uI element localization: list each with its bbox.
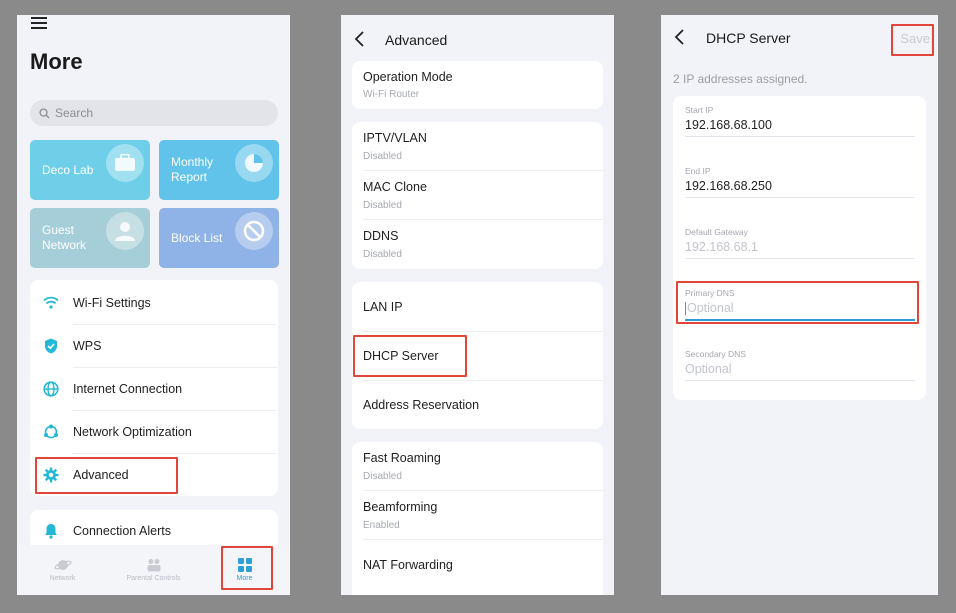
highlight-save: [891, 24, 934, 56]
menu-item-label: Connection Alerts: [73, 524, 171, 538]
option-ddns[interactable]: DDNS Disabled: [363, 229, 603, 260]
option-subtitle: Disabled: [363, 151, 402, 162]
tile-monthly-report[interactable]: Monthly Report: [159, 140, 279, 200]
field-underline: [685, 258, 915, 259]
highlight-primary-dns: [676, 281, 919, 324]
option-mac-clone[interactable]: MAC Clone Disabled: [363, 180, 603, 211]
field-label: Start IP: [685, 105, 714, 115]
toolbox-icon: [106, 144, 144, 182]
option-operation-mode[interactable]: Operation Mode Wi-Fi Router: [363, 70, 603, 100]
option-subtitle: Wi-Fi Router: [363, 89, 420, 100]
tile-label: Deco Lab: [42, 162, 94, 177]
option-title: LAN IP: [363, 300, 403, 314]
field-value: 192.168.68.100: [685, 118, 772, 132]
tile-label: Block List: [171, 230, 223, 245]
menu-item-wifi-settings[interactable]: Wi-Fi Settings: [31, 281, 277, 324]
menu-item-label: Internet Connection: [73, 381, 183, 396]
tab-label: Parental Controls: [126, 575, 181, 582]
highlight-advanced: [35, 457, 178, 494]
wifi-icon: [41, 293, 61, 313]
start-ip-field[interactable]: Start IP 192.168.68.100: [685, 105, 915, 137]
divider: [363, 331, 603, 332]
option-iptv-vlan[interactable]: IPTV/VLAN Disabled: [363, 131, 603, 162]
more-screen: More Search Deco Lab Monthly Report Gues…: [17, 15, 290, 595]
pie-chart-icon: [235, 144, 273, 182]
menu-item-label: WPS: [73, 338, 102, 353]
option-fast-roaming[interactable]: Fast Roaming Disabled: [363, 451, 603, 482]
menu-item-label: Wi-Fi Settings: [73, 295, 151, 310]
tile-block-list[interactable]: Block List: [159, 208, 279, 268]
option-nat-forwarding[interactable]: NAT Forwarding: [363, 558, 603, 572]
divider: [363, 380, 603, 381]
menu-item-internet-connection[interactable]: Internet Connection: [31, 367, 277, 410]
highlight-more-tab: [221, 546, 273, 590]
users-icon: [106, 212, 144, 250]
bell-icon: [41, 521, 61, 541]
divider: [363, 539, 603, 540]
hamburger-menu-icon[interactable]: [31, 17, 47, 29]
secondary-dns-field[interactable]: Secondary DNS Optional: [685, 349, 915, 381]
tab-network[interactable]: Network: [17, 545, 108, 595]
block-icon: [235, 212, 273, 250]
tile-guest-network[interactable]: Guest Network: [30, 208, 150, 268]
end-ip-field[interactable]: End IP 192.168.68.250: [685, 166, 915, 198]
planet-icon: [53, 560, 72, 570]
option-subtitle: Enabled: [363, 520, 400, 531]
highlight-dhcp-server: [353, 335, 467, 377]
page-title: DHCP Server: [706, 30, 791, 46]
default-gateway-field: Default Gateway 192.168.68.1: [685, 227, 915, 259]
menu-item-network-optimization[interactable]: Network Optimization: [31, 410, 277, 453]
option-subtitle: Disabled: [363, 249, 402, 260]
dhcp-server-screen: DHCP Server Save 2 IP addresses assigned…: [661, 15, 938, 595]
option-title: Address Reservation: [363, 398, 480, 412]
field-underline: [685, 197, 915, 198]
field-label: Default Gateway: [685, 227, 748, 237]
field-label: Secondary DNS: [685, 349, 746, 359]
family-icon: [147, 559, 160, 572]
menu-item-label: Network Optimization: [73, 424, 192, 439]
assigned-status: 2 IP addresses assigned.: [673, 72, 808, 86]
option-title: NAT Forwarding: [363, 558, 453, 572]
option-title: Beamforming: [363, 500, 438, 514]
tile-label: Guest Network: [42, 223, 87, 252]
field-label: End IP: [685, 166, 711, 176]
page-title: More: [30, 49, 83, 74]
option-title: MAC Clone: [363, 180, 427, 194]
option-title: IPTV/VLAN: [363, 131, 427, 145]
field-placeholder: Optional: [685, 362, 732, 376]
option-beamforming[interactable]: Beamforming Enabled: [363, 500, 603, 531]
option-title: Operation Mode: [363, 70, 453, 84]
option-subtitle: Disabled: [363, 200, 402, 211]
field-underline: [685, 380, 915, 381]
search-placeholder: Search: [55, 106, 94, 120]
divider: [363, 490, 603, 491]
tile-deco-lab[interactable]: Deco Lab: [30, 140, 150, 200]
option-title: DDNS: [363, 229, 399, 243]
option-address-reservation[interactable]: Address Reservation: [363, 398, 603, 412]
page-title: Advanced: [385, 32, 448, 48]
field-underline: [685, 136, 915, 137]
divider: [363, 219, 603, 220]
back-arrow-icon[interactable]: [354, 31, 366, 47]
network-optimization-icon: [41, 422, 61, 442]
globe-icon: [41, 379, 61, 399]
field-value: 192.168.68.250: [685, 179, 772, 193]
tile-label: Monthly Report: [171, 155, 214, 184]
option-lan-ip[interactable]: LAN IP: [363, 300, 603, 314]
search-icon: [39, 107, 50, 119]
tab-label: Network: [49, 575, 76, 582]
shield-icon: [41, 336, 61, 356]
advanced-screen: Advanced Operation Mode Wi-Fi Router IPT…: [341, 15, 614, 595]
menu-item-wps[interactable]: WPS: [31, 324, 277, 367]
back-arrow-icon[interactable]: [674, 29, 686, 45]
option-subtitle: Disabled: [363, 471, 402, 482]
option-title: Fast Roaming: [363, 451, 441, 465]
divider: [363, 170, 603, 171]
tab-parental-controls[interactable]: Parental Controls: [108, 545, 199, 595]
field-value: 192.168.68.1: [685, 240, 758, 254]
search-input[interactable]: Search: [30, 100, 278, 126]
